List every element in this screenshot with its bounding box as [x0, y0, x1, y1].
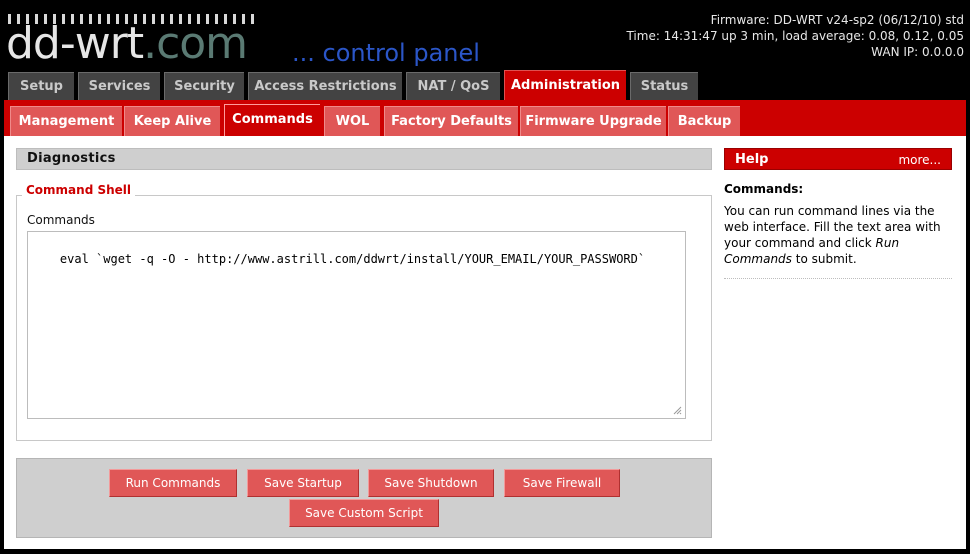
- firmware-version: Firmware: DD-WRT v24-sp2 (06/12/10) std: [710, 13, 964, 27]
- commands-label: Commands: [27, 213, 95, 227]
- subtab-firmware-upgrade[interactable]: Firmware Upgrade: [520, 106, 666, 136]
- help-text-start: You can run command lines via the web in…: [724, 204, 941, 250]
- tab-security[interactable]: Security: [164, 72, 244, 100]
- help-title: Help: [735, 152, 769, 167]
- logo-domain: .com: [143, 18, 248, 69]
- textarea-content: eval `wget -q -O - http://www.astrill.co…: [59, 252, 646, 266]
- logo: dd-wrt.com: [6, 22, 248, 66]
- button-panel: Run Commands Save Startup Save Shutdown …: [16, 458, 712, 538]
- wan-ip: WAN IP: 0.0.0.0: [871, 45, 964, 59]
- save-firewall-button[interactable]: Save Firewall: [504, 469, 620, 497]
- subtab-factory-defaults[interactable]: Factory Defaults: [384, 106, 518, 136]
- subtab-backup[interactable]: Backup: [668, 106, 740, 136]
- run-commands-button[interactable]: Run Commands: [109, 469, 237, 497]
- header: dd-wrt.com ... control panel Firmware: D…: [0, 0, 970, 70]
- uptime: Time: 14:31:47 up 3 min, load average: 0…: [626, 29, 964, 43]
- logo-text: dd-wrt: [6, 18, 144, 69]
- status-info: Firmware: DD-WRT v24-sp2 (06/12/10) std …: [626, 12, 964, 60]
- help-divider: [724, 278, 952, 279]
- save-custom-script-button[interactable]: Save Custom Script: [289, 499, 439, 527]
- content-area: Diagnostics Command Shell Commands eval …: [4, 136, 966, 549]
- subtab-management[interactable]: Management: [10, 106, 122, 136]
- tab-services[interactable]: Services: [78, 72, 160, 100]
- tab-access-restrictions[interactable]: Access Restrictions: [248, 72, 402, 100]
- help-more-link[interactable]: more...: [898, 149, 941, 171]
- tab-nat-qos[interactable]: NAT / QoS: [406, 72, 500, 100]
- tab-setup[interactable]: Setup: [8, 72, 74, 100]
- sub-tabs: Management Keep Alive Commands WOL Facto…: [0, 100, 970, 136]
- tab-status[interactable]: Status: [630, 72, 698, 100]
- control-panel-subtitle: ... control panel: [292, 39, 480, 67]
- main-tabs: Setup Services Security Access Restricti…: [0, 70, 970, 100]
- section-title: Diagnostics: [16, 148, 712, 170]
- commands-textarea[interactable]: eval `wget -q -O - http://www.astrill.co…: [27, 231, 686, 419]
- help-header: Help more...: [724, 148, 952, 170]
- save-shutdown-button[interactable]: Save Shutdown: [368, 469, 494, 497]
- help-heading: Commands:: [724, 182, 804, 196]
- help-text-end: to submit.: [791, 252, 857, 266]
- resize-grip-icon[interactable]: [672, 405, 682, 415]
- subtab-keep-alive[interactable]: Keep Alive: [124, 106, 220, 136]
- tab-administration[interactable]: Administration: [504, 70, 626, 100]
- subtab-commands[interactable]: Commands: [224, 104, 320, 136]
- help-text: You can run command lines via the web in…: [724, 203, 954, 267]
- save-startup-button[interactable]: Save Startup: [247, 469, 359, 497]
- subtab-wol[interactable]: WOL: [324, 106, 380, 136]
- fieldset-legend: Command Shell: [22, 182, 136, 198]
- bottom-border: [0, 549, 970, 554]
